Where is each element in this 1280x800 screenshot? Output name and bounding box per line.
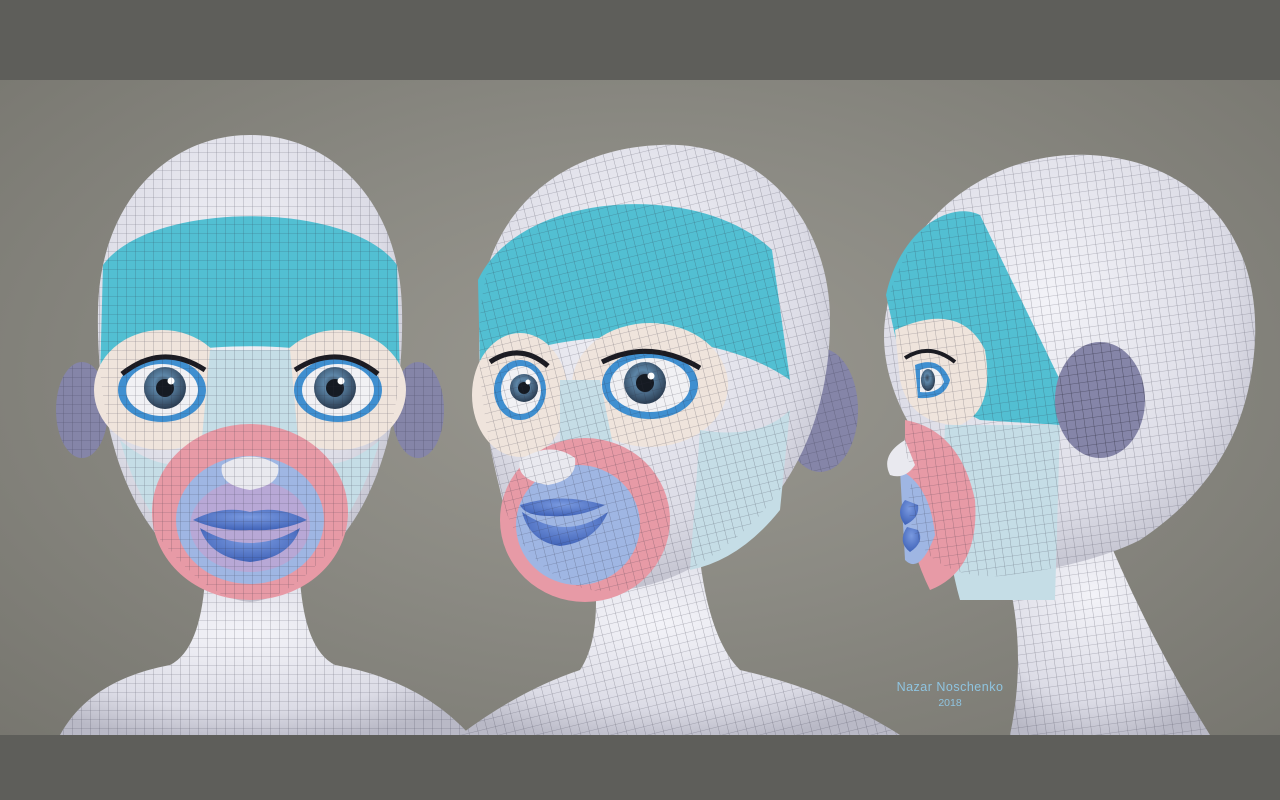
render-canvas: Nazar Noschenko 2018 (0, 80, 1280, 735)
head-profile-view (884, 154, 1256, 735)
artist-name: Nazar Noschenko (896, 680, 1004, 694)
render-stage (56, 135, 1256, 735)
letterbox-frame: Nazar Noschenko 2018 (0, 0, 1280, 800)
head-three-quarter-view (460, 144, 900, 735)
artist-credit: Nazar Noschenko 2018 (880, 680, 1020, 709)
artist-year: 2018 (938, 697, 962, 709)
head-front-view (56, 135, 470, 735)
